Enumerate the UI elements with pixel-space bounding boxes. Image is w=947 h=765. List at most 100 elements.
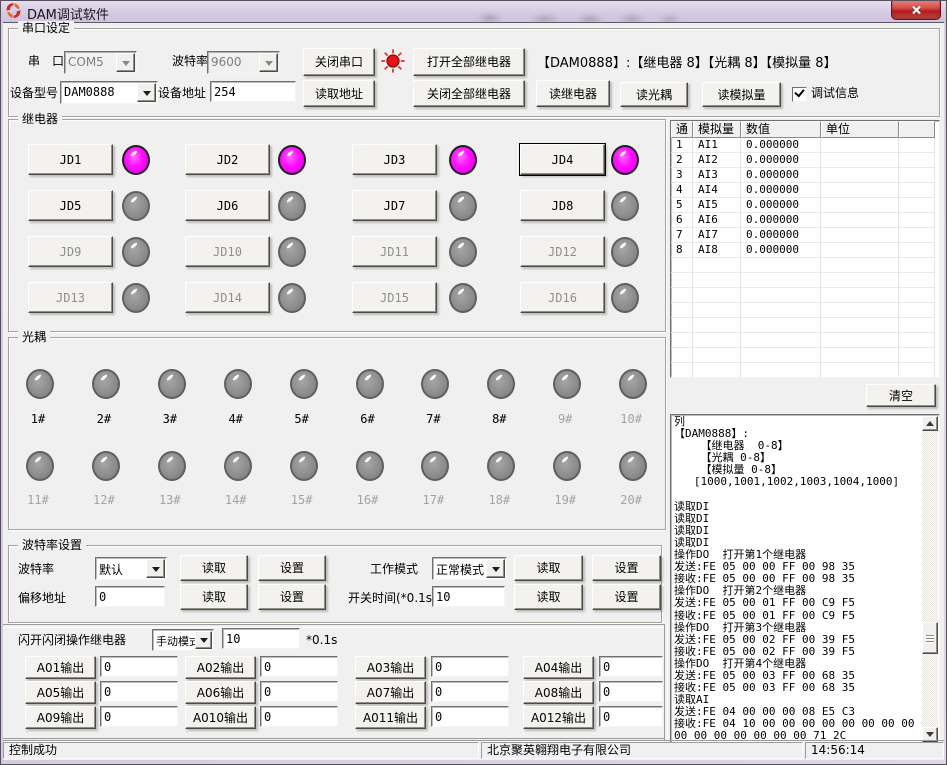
flash-time-field[interactable] [222, 628, 300, 649]
output-button-A01[interactable]: A01输出 [25, 656, 96, 679]
relay-button-jd8[interactable]: JD8 [520, 190, 605, 221]
output-value-field-A011[interactable] [431, 706, 509, 727]
output-value-field-A07[interactable] [431, 681, 509, 702]
table-cell [821, 348, 899, 363]
read-analog-button[interactable]: 读模拟量 [702, 82, 781, 107]
baud-set-combobox-arrow[interactable] [146, 559, 165, 578]
output-value-field-A06[interactable] [260, 681, 338, 702]
workmode-set-button[interactable]: 设置 [592, 555, 661, 581]
opto-led-3 [158, 369, 186, 399]
offset-address-field[interactable] [95, 586, 165, 607]
flash-mode-combobox-arrow[interactable] [195, 631, 212, 649]
offset-read-button[interactable]: 读取 [180, 584, 248, 610]
relay-button-jd2[interactable]: JD2 [185, 144, 270, 175]
relay-button-jd7[interactable]: JD7 [352, 190, 437, 221]
output-value-field-A01[interactable] [100, 656, 178, 677]
table-row [671, 303, 939, 318]
output-value-field-A03[interactable] [431, 656, 509, 677]
output-value-field-A09[interactable] [100, 706, 178, 727]
output-value-field-A04[interactable] [599, 656, 663, 677]
log-scrollbar[interactable] [922, 416, 938, 742]
baud-set-combobox[interactable]: 默认 [95, 557, 167, 580]
table-row [671, 273, 939, 288]
read-opto-button[interactable]: 读光耦 [620, 82, 688, 107]
scrollbar-up-button[interactable] [922, 416, 938, 431]
output-value-field-A05[interactable] [100, 681, 178, 702]
device-model-combobox-value: DAM0888 [64, 85, 115, 99]
relay-button-jd15[interactable]: JD15 [352, 282, 437, 313]
table-row [671, 288, 939, 303]
port-combobox-arrow[interactable] [116, 53, 135, 72]
relay-button-jd3[interactable]: JD3 [352, 144, 437, 175]
baudrate-combobox[interactable]: 9600 [207, 51, 280, 74]
output-button-A02[interactable]: A02输出 [185, 656, 256, 679]
analog-table[interactable]: 通模拟量数值单位 1AI10.0000002AI20.0000003AI30.0… [670, 120, 940, 378]
switch-time-read-button[interactable]: 读取 [514, 584, 583, 610]
relay-button-jd12[interactable]: JD12 [520, 236, 605, 267]
output-value-field-A08[interactable] [599, 681, 663, 702]
relay-button-jd16[interactable]: JD16 [520, 282, 605, 313]
flash-mode-combobox[interactable]: 手动模式 [152, 629, 214, 651]
output-value-field-A02[interactable] [260, 656, 338, 677]
flash-mode-combobox-value: 手动模式 [156, 633, 200, 649]
output-button-A05[interactable]: A05输出 [25, 681, 96, 704]
output-button-A07[interactable]: A07输出 [355, 681, 426, 704]
switch-time-set-button[interactable]: 设置 [592, 584, 661, 610]
read-relays-button[interactable]: 读继电器 [536, 80, 610, 107]
table-cell [821, 333, 899, 348]
workmode-combobox-arrow[interactable] [486, 559, 505, 578]
close-button[interactable] [891, 0, 941, 20]
debug-log-panel[interactable]: 列 【DAM0888】: 【继电器 0-8】 【光耦 0-8】 【模拟量 0-8… [670, 414, 940, 744]
baudrate-combobox-arrow[interactable] [259, 53, 278, 72]
relay-button-jd6[interactable]: JD6 [185, 190, 270, 221]
output-button-A08[interactable]: A08输出 [523, 681, 594, 704]
opto-led-14 [224, 451, 252, 481]
device-model-combobox[interactable]: DAM0888 [60, 81, 158, 104]
baud-set-button[interactable]: 设置 [258, 555, 326, 581]
analog-col-header[interactable]: 模拟量 [693, 121, 741, 138]
relay-button-jd5[interactable]: JD5 [28, 190, 113, 221]
relay-led-jd7 [449, 191, 477, 221]
workmode-read-button[interactable]: 读取 [514, 555, 583, 581]
switch-time-field[interactable] [432, 586, 505, 607]
relay-button-jd11[interactable]: JD11 [352, 236, 437, 267]
relay-button-jd9[interactable]: JD9 [28, 236, 113, 267]
opto-label-3: 3# [150, 412, 190, 427]
output-value-field-A012[interactable] [599, 706, 663, 727]
open-all-relays-button[interactable]: 打开全部继电器 [413, 48, 525, 76]
port-combobox[interactable]: COM5 [64, 51, 137, 74]
analog-col-header[interactable] [899, 121, 935, 138]
scrollbar-thumb[interactable] [922, 622, 938, 654]
relay-button-jd10[interactable]: JD10 [185, 236, 270, 267]
analog-col-header[interactable]: 数值 [741, 121, 821, 138]
relay-button-jd4[interactable]: JD4 [520, 144, 605, 175]
baud-read-button[interactable]: 读取 [180, 555, 248, 581]
output-button-A010[interactable]: A010输出 [185, 706, 256, 729]
close-serial-button[interactable]: 关闭串口 [303, 48, 375, 76]
table-cell: 4 [671, 183, 693, 198]
output-value-field-A010[interactable] [260, 706, 338, 727]
read-address-button[interactable]: 读取地址 [303, 80, 375, 107]
debug-checkbox[interactable] [792, 87, 807, 102]
clear-log-button[interactable]: 清空 [866, 384, 936, 407]
device-address-field[interactable] [210, 81, 296, 102]
close-all-relays-button[interactable]: 关闭全部继电器 [413, 80, 525, 107]
output-button-A011[interactable]: A011输出 [355, 706, 426, 729]
device-model-combobox-arrow[interactable] [137, 83, 156, 102]
relay-button-jd13[interactable]: JD13 [28, 282, 113, 313]
output-button-A03[interactable]: A03输出 [355, 656, 426, 679]
output-button-A09[interactable]: A09输出 [25, 706, 96, 729]
relay-button-jd14[interactable]: JD14 [185, 282, 270, 313]
title-bar[interactable]: DAM调试软件 [0, 0, 947, 22]
divider [664, 624, 668, 740]
output-button-A012[interactable]: A012输出 [523, 706, 594, 729]
relay-button-jd1[interactable]: JD1 [28, 144, 113, 175]
output-button-A06[interactable]: A06输出 [185, 681, 256, 704]
analog-col-header[interactable]: 单位 [821, 121, 899, 138]
table-row: 4AI40.000000 [671, 183, 939, 198]
table-cell [899, 153, 935, 168]
workmode-combobox[interactable]: 正常模式 [432, 557, 507, 580]
analog-col-header[interactable]: 通 [671, 121, 693, 138]
output-button-A04[interactable]: A04输出 [523, 656, 594, 679]
offset-set-button[interactable]: 设置 [258, 584, 326, 610]
